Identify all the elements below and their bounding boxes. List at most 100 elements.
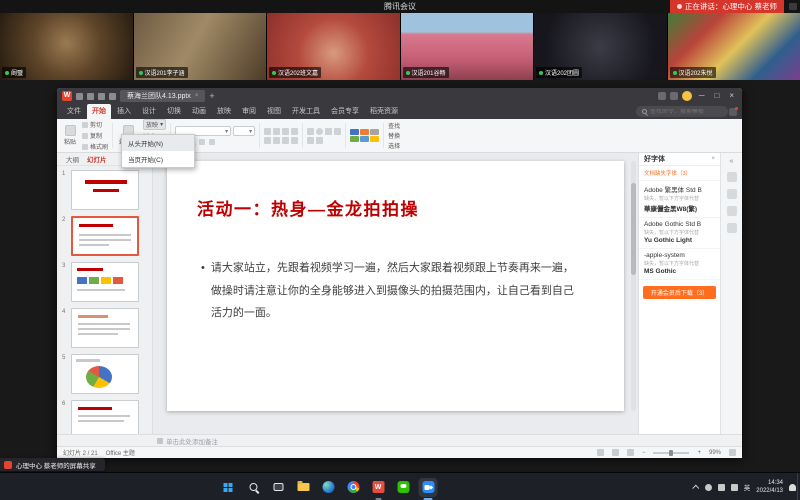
slide-thumbnail[interactable] [71,262,139,302]
download-fonts-button[interactable]: 开通会员后下载（3） [643,286,716,299]
highlight-color-icon[interactable] [209,139,215,145]
browser-button[interactable] [344,478,363,497]
tab-devtools[interactable]: 开发工具 [287,104,325,119]
panel-tab-slides[interactable]: 幻灯片 [87,154,107,164]
meeting-taskbar-button[interactable] [419,478,438,497]
font-item[interactable]: Adobe 繁黑体 Std B 缺失，暂以下方字体代替 華康儷金黑W8(繁) [639,181,720,218]
shape-rect-icon[interactable] [307,128,314,135]
tab-insert[interactable]: 插入 [112,104,136,119]
style-swatch[interactable] [360,136,369,142]
panel-tab-outline[interactable]: 大纲 [66,154,79,164]
style-swatch[interactable] [350,129,359,135]
justify-icon[interactable] [291,137,298,144]
normal-view-icon[interactable] [597,449,604,456]
fullscreen-icon[interactable] [729,449,736,456]
meeting-window-controls-icon[interactable] [789,3,797,10]
slideshow-view-icon[interactable] [627,449,634,456]
close-icon[interactable]: × [711,156,715,162]
maximize-icon[interactable]: □ [711,88,722,104]
help-icon[interactable] [727,223,737,233]
style-swatch[interactable] [370,129,379,135]
font-color-icon[interactable] [199,139,205,145]
file-explorer-button[interactable] [294,478,313,497]
tab-transition[interactable]: 切换 [162,104,186,119]
textbox-icon[interactable] [334,128,341,135]
volume-icon[interactable] [718,484,725,491]
style-swatch[interactable] [350,136,359,142]
style-swatch[interactable] [360,129,369,135]
document-tab[interactable]: 蔡海兰团队4.13.pptx× [120,90,205,102]
slide-thumbnail[interactable] [71,308,139,348]
clock[interactable]: 14:34 2022/4/13 [756,479,783,495]
select-button[interactable]: 选择 [388,141,400,150]
participant-video[interactable]: 汉语202团圆 [534,13,667,80]
notify-icon[interactable] [670,92,678,100]
tab-docer[interactable]: 稻壳资源 [365,104,403,119]
zoom-out-icon[interactable]: − [642,450,646,456]
bullets-icon[interactable] [264,128,271,135]
scrollbar-thumb[interactable] [631,183,636,275]
align-center-icon[interactable] [273,137,280,144]
participant-video[interactable]: 汉语201李子涵 [134,13,267,80]
tab-design[interactable]: 设计 [137,104,161,119]
slide-thumbnail[interactable] [71,400,139,434]
picture-icon[interactable] [307,137,314,144]
font-item[interactable]: Adobe Gothic Std B 缺失，暂以下方字体代替 Yu Gothic… [639,218,720,249]
font-item[interactable]: -apple-system 缺失，暂以下方字体代替 MS Gothic [639,249,720,280]
format-painter-button[interactable]: 格式刷 [82,142,108,151]
search-button[interactable] [244,478,263,497]
new-tab-button[interactable]: + [209,91,214,101]
tab-animation[interactable]: 动画 [187,104,211,119]
tray-chevron-icon[interactable] [692,484,699,491]
zoom-in-icon[interactable]: + [697,450,701,456]
shape-arrow-icon[interactable] [325,128,332,135]
edge-button[interactable] [319,478,338,497]
wechat-button[interactable] [394,478,413,497]
wps-taskbar-button[interactable]: W [369,478,388,497]
slide-thumbnail-selected[interactable] [71,216,139,256]
input-language[interactable]: 英 [744,482,751,492]
copy-button[interactable]: 复制 [82,131,108,140]
search-input[interactable] [650,109,722,115]
zoom-knob[interactable] [669,450,673,456]
notification-bell-icon[interactable] [789,484,796,491]
notes-bar[interactable]: 单击此处添加备注 [57,434,742,446]
style-swatch[interactable] [370,136,379,142]
participant-video[interactable]: 阚璧 [0,13,133,80]
animation-pane-icon[interactable] [727,189,737,199]
paste-button[interactable]: 粘贴 [62,121,78,150]
line-spacing-icon[interactable] [291,128,298,135]
tab-view[interactable]: 视图 [262,104,286,119]
zoom-slider[interactable] [653,452,689,454]
message-icon[interactable] [729,108,737,116]
slide-canvas[interactable]: 活动一：热身—金龙拍拍操 • 请大家站立，先跟着视频学习一遍，然后大家跟着视频跟… [153,153,638,434]
collapse-icon[interactable]: « [730,158,734,165]
arrange-icon[interactable] [316,137,323,144]
menu-item-from-current[interactable]: 当页开始(C) [122,151,194,167]
find-button[interactable]: 查找 [388,121,400,130]
participant-video[interactable]: 汉语202朱悦 [668,13,800,80]
play-from-start-icon[interactable] [109,93,116,100]
command-search[interactable] [636,106,728,117]
numbering-icon[interactable] [273,128,280,135]
sorter-view-icon[interactable] [612,449,619,456]
indent-icon[interactable] [282,128,289,135]
participant-video[interactable]: 汉语202班文嘉 [267,13,400,80]
network-icon[interactable] [705,484,712,491]
align-right-icon[interactable] [282,137,289,144]
tab-review[interactable]: 审阅 [237,104,261,119]
replace-button[interactable]: 替换 [388,131,400,140]
shape-circle-icon[interactable] [316,128,323,135]
start-button[interactable] [219,478,238,497]
vertical-scrollbar[interactable] [631,161,636,411]
slide-body[interactable]: • 请大家站立，先跟着视频学习一遍，然后大家跟着视频跟上节奏再来一遍，做操时请注… [201,257,581,325]
tab-slideshow[interactable]: 放映 [212,104,236,119]
close-icon[interactable]: × [726,88,737,104]
avatar[interactable] [682,91,692,101]
quick-styles[interactable] [350,129,379,142]
font-size-select[interactable]: ▾ [233,126,255,136]
wps-titlebar[interactable]: W 蔡海兰团队4.13.pptx× + ─ □ × [57,88,742,104]
save-icon[interactable] [76,93,83,100]
align-left-icon[interactable] [264,137,271,144]
current-slide[interactable]: 活动一：热身—金龙拍拍操 • 请大家站立，先跟着视频学习一遍，然后大家跟着视频跟… [167,161,624,411]
